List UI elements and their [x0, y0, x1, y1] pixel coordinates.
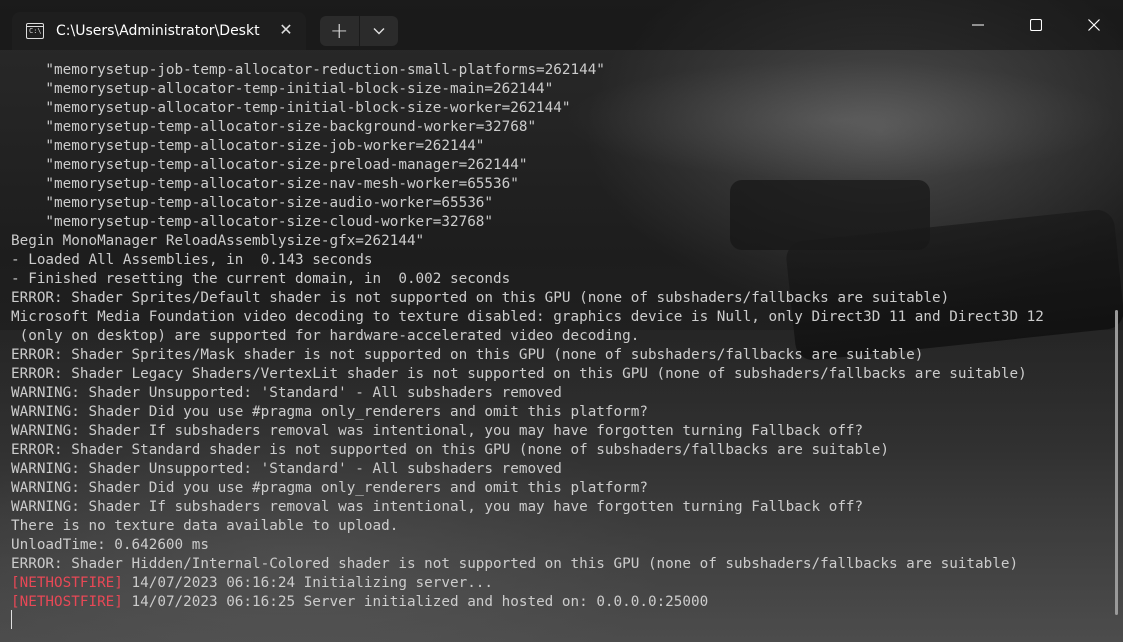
line-text: WARNING: Shader Unsupported: 'Standard' … — [11, 385, 562, 401]
line-text: There is no texture data available to up… — [11, 518, 399, 534]
new-tab-button[interactable]: + — [320, 16, 360, 46]
scrollbar[interactable] — [1115, 310, 1118, 615]
terminal-line: Begin MonoManager ReloadAssemblysize-gfx… — [11, 232, 1111, 251]
terminal-line: "memorysetup-allocator-temp-initial-bloc… — [11, 99, 1111, 118]
line-text: ERROR: Shader Legacy Shaders/VertexLit s… — [11, 366, 1027, 382]
terminal-window: C:\ C:\Users\Administrator\Deskt ✕ + "me… — [0, 0, 1123, 642]
line-text: - Finished resetting the current domain,… — [11, 271, 511, 287]
line-text: "memorysetup-allocator-temp-initial-bloc… — [11, 81, 554, 97]
tab-title: C:\Users\Administrator\Deskt — [56, 23, 260, 39]
line-text: - Loaded All Assemblies, in 0.143 second… — [11, 252, 373, 268]
terminal-output[interactable]: "memorysetup-job-temp-allocator-reductio… — [11, 61, 1111, 631]
terminal-line: WARNING: Shader Did you use #pragma only… — [11, 479, 1111, 498]
line-text: "memorysetup-temp-allocator-size-nav-mes… — [11, 176, 519, 192]
terminal-icon: C:\ — [26, 23, 44, 39]
log-prefix: [NETHOSTFIRE] — [11, 575, 123, 591]
tab-active[interactable]: C:\ C:\Users\Administrator\Deskt ✕ — [12, 12, 306, 50]
terminal-line: ERROR: Shader Sprites/Default shader is … — [11, 289, 1111, 308]
log-prefix: [NETHOSTFIRE] — [11, 594, 123, 610]
line-text: ERROR: Shader Sprites/Mask shader is not… — [11, 347, 924, 363]
tab-actions: + — [320, 16, 398, 46]
line-text: WARNING: Shader If subshaders removal wa… — [11, 499, 864, 515]
line-text: "memorysetup-temp-allocator-size-preload… — [11, 157, 528, 173]
terminal-line: WARNING: Shader If subshaders removal wa… — [11, 422, 1111, 441]
terminal-line: There is no texture data available to up… — [11, 517, 1111, 536]
line-text: UnloadTime: 0.642600 ms — [11, 537, 209, 553]
terminal-line: "memorysetup-temp-allocator-size-cloud-w… — [11, 213, 1111, 232]
line-text: ERROR: Shader Standard shader is not sup… — [11, 442, 889, 458]
terminal-line: ERROR: Shader Standard shader is not sup… — [11, 441, 1111, 460]
terminal-line: [NETHOSTFIRE] 14/07/2023 06:16:24 Initia… — [11, 574, 1111, 593]
tab-close-icon[interactable]: ✕ — [278, 22, 294, 38]
line-text: 14/07/2023 06:16:24 Initializing server.… — [122, 575, 494, 591]
chevron-down-icon[interactable] — [360, 16, 399, 46]
line-text: WARNING: Shader Did you use #pragma only… — [11, 404, 648, 420]
maximize-button[interactable] — [1007, 0, 1065, 50]
terminal-line: Microsoft Media Foundation video decodin… — [11, 308, 1111, 327]
terminal-line: - Finished resetting the current domain,… — [11, 270, 1111, 289]
line-text: "memorysetup-temp-allocator-size-job-wor… — [11, 138, 485, 154]
line-text: "memorysetup-allocator-temp-initial-bloc… — [11, 100, 571, 116]
line-text: "memorysetup-temp-allocator-size-cloud-w… — [11, 214, 494, 230]
terminal-line: UnloadTime: 0.642600 ms — [11, 536, 1111, 555]
text-cursor — [11, 610, 12, 629]
line-text: ERROR: Shader Sprites/Default shader is … — [11, 290, 950, 306]
line-text: Microsoft Media Foundation video decodin… — [11, 309, 1044, 325]
terminal-line: WARNING: Shader Unsupported: 'Standard' … — [11, 384, 1111, 403]
terminal-line: "memorysetup-temp-allocator-size-nav-mes… — [11, 175, 1111, 194]
terminal-line: ERROR: Shader Hidden/Internal-Colored sh… — [11, 555, 1111, 574]
line-text: "memorysetup-temp-allocator-size-audio-w… — [11, 195, 494, 211]
line-text: ERROR: Shader Hidden/Internal-Colored sh… — [11, 556, 1019, 572]
terminal-line: "memorysetup-temp-allocator-size-audio-w… — [11, 194, 1111, 213]
terminal-line: [NETHOSTFIRE] 14/07/2023 06:16:25 Server… — [11, 593, 1111, 612]
terminal-line: "memorysetup-temp-allocator-size-preload… — [11, 156, 1111, 175]
window-controls — [949, 0, 1123, 50]
line-text: WARNING: Shader If subshaders removal wa… — [11, 423, 864, 439]
line-text: 14/07/2023 06:16:25 Server initialized a… — [122, 594, 709, 610]
line-text: WARNING: Shader Unsupported: 'Standard' … — [11, 461, 562, 477]
terminal-line: "memorysetup-allocator-temp-initial-bloc… — [11, 80, 1111, 99]
title-bar[interactable]: C:\ C:\Users\Administrator\Deskt ✕ + — [0, 0, 1123, 50]
line-text: (only on desktop) are supported for hard… — [11, 328, 640, 344]
terminal-line: "memorysetup-temp-allocator-size-job-wor… — [11, 137, 1111, 156]
line-text: "memorysetup-job-temp-allocator-reductio… — [11, 62, 605, 78]
terminal-line: (only on desktop) are supported for hard… — [11, 327, 1111, 346]
terminal-line: - Loaded All Assemblies, in 0.143 second… — [11, 251, 1111, 270]
terminal-line: WARNING: Shader If subshaders removal wa… — [11, 498, 1111, 517]
minimize-button[interactable] — [949, 0, 1007, 50]
terminal-line: "memorysetup-temp-allocator-size-backgro… — [11, 118, 1111, 137]
terminal-line: ERROR: Shader Legacy Shaders/VertexLit s… — [11, 365, 1111, 384]
line-text: Begin MonoManager ReloadAssemblysize-gfx… — [11, 233, 425, 249]
terminal-line: WARNING: Shader Unsupported: 'Standard' … — [11, 460, 1111, 479]
terminal-line: ERROR: Shader Sprites/Mask shader is not… — [11, 346, 1111, 365]
terminal-line: "memorysetup-job-temp-allocator-reductio… — [11, 61, 1111, 80]
close-button[interactable] — [1065, 0, 1123, 50]
line-text: WARNING: Shader Did you use #pragma only… — [11, 480, 648, 496]
line-text: "memorysetup-temp-allocator-size-backgro… — [11, 119, 537, 135]
terminal-line: WARNING: Shader Did you use #pragma only… — [11, 403, 1111, 422]
